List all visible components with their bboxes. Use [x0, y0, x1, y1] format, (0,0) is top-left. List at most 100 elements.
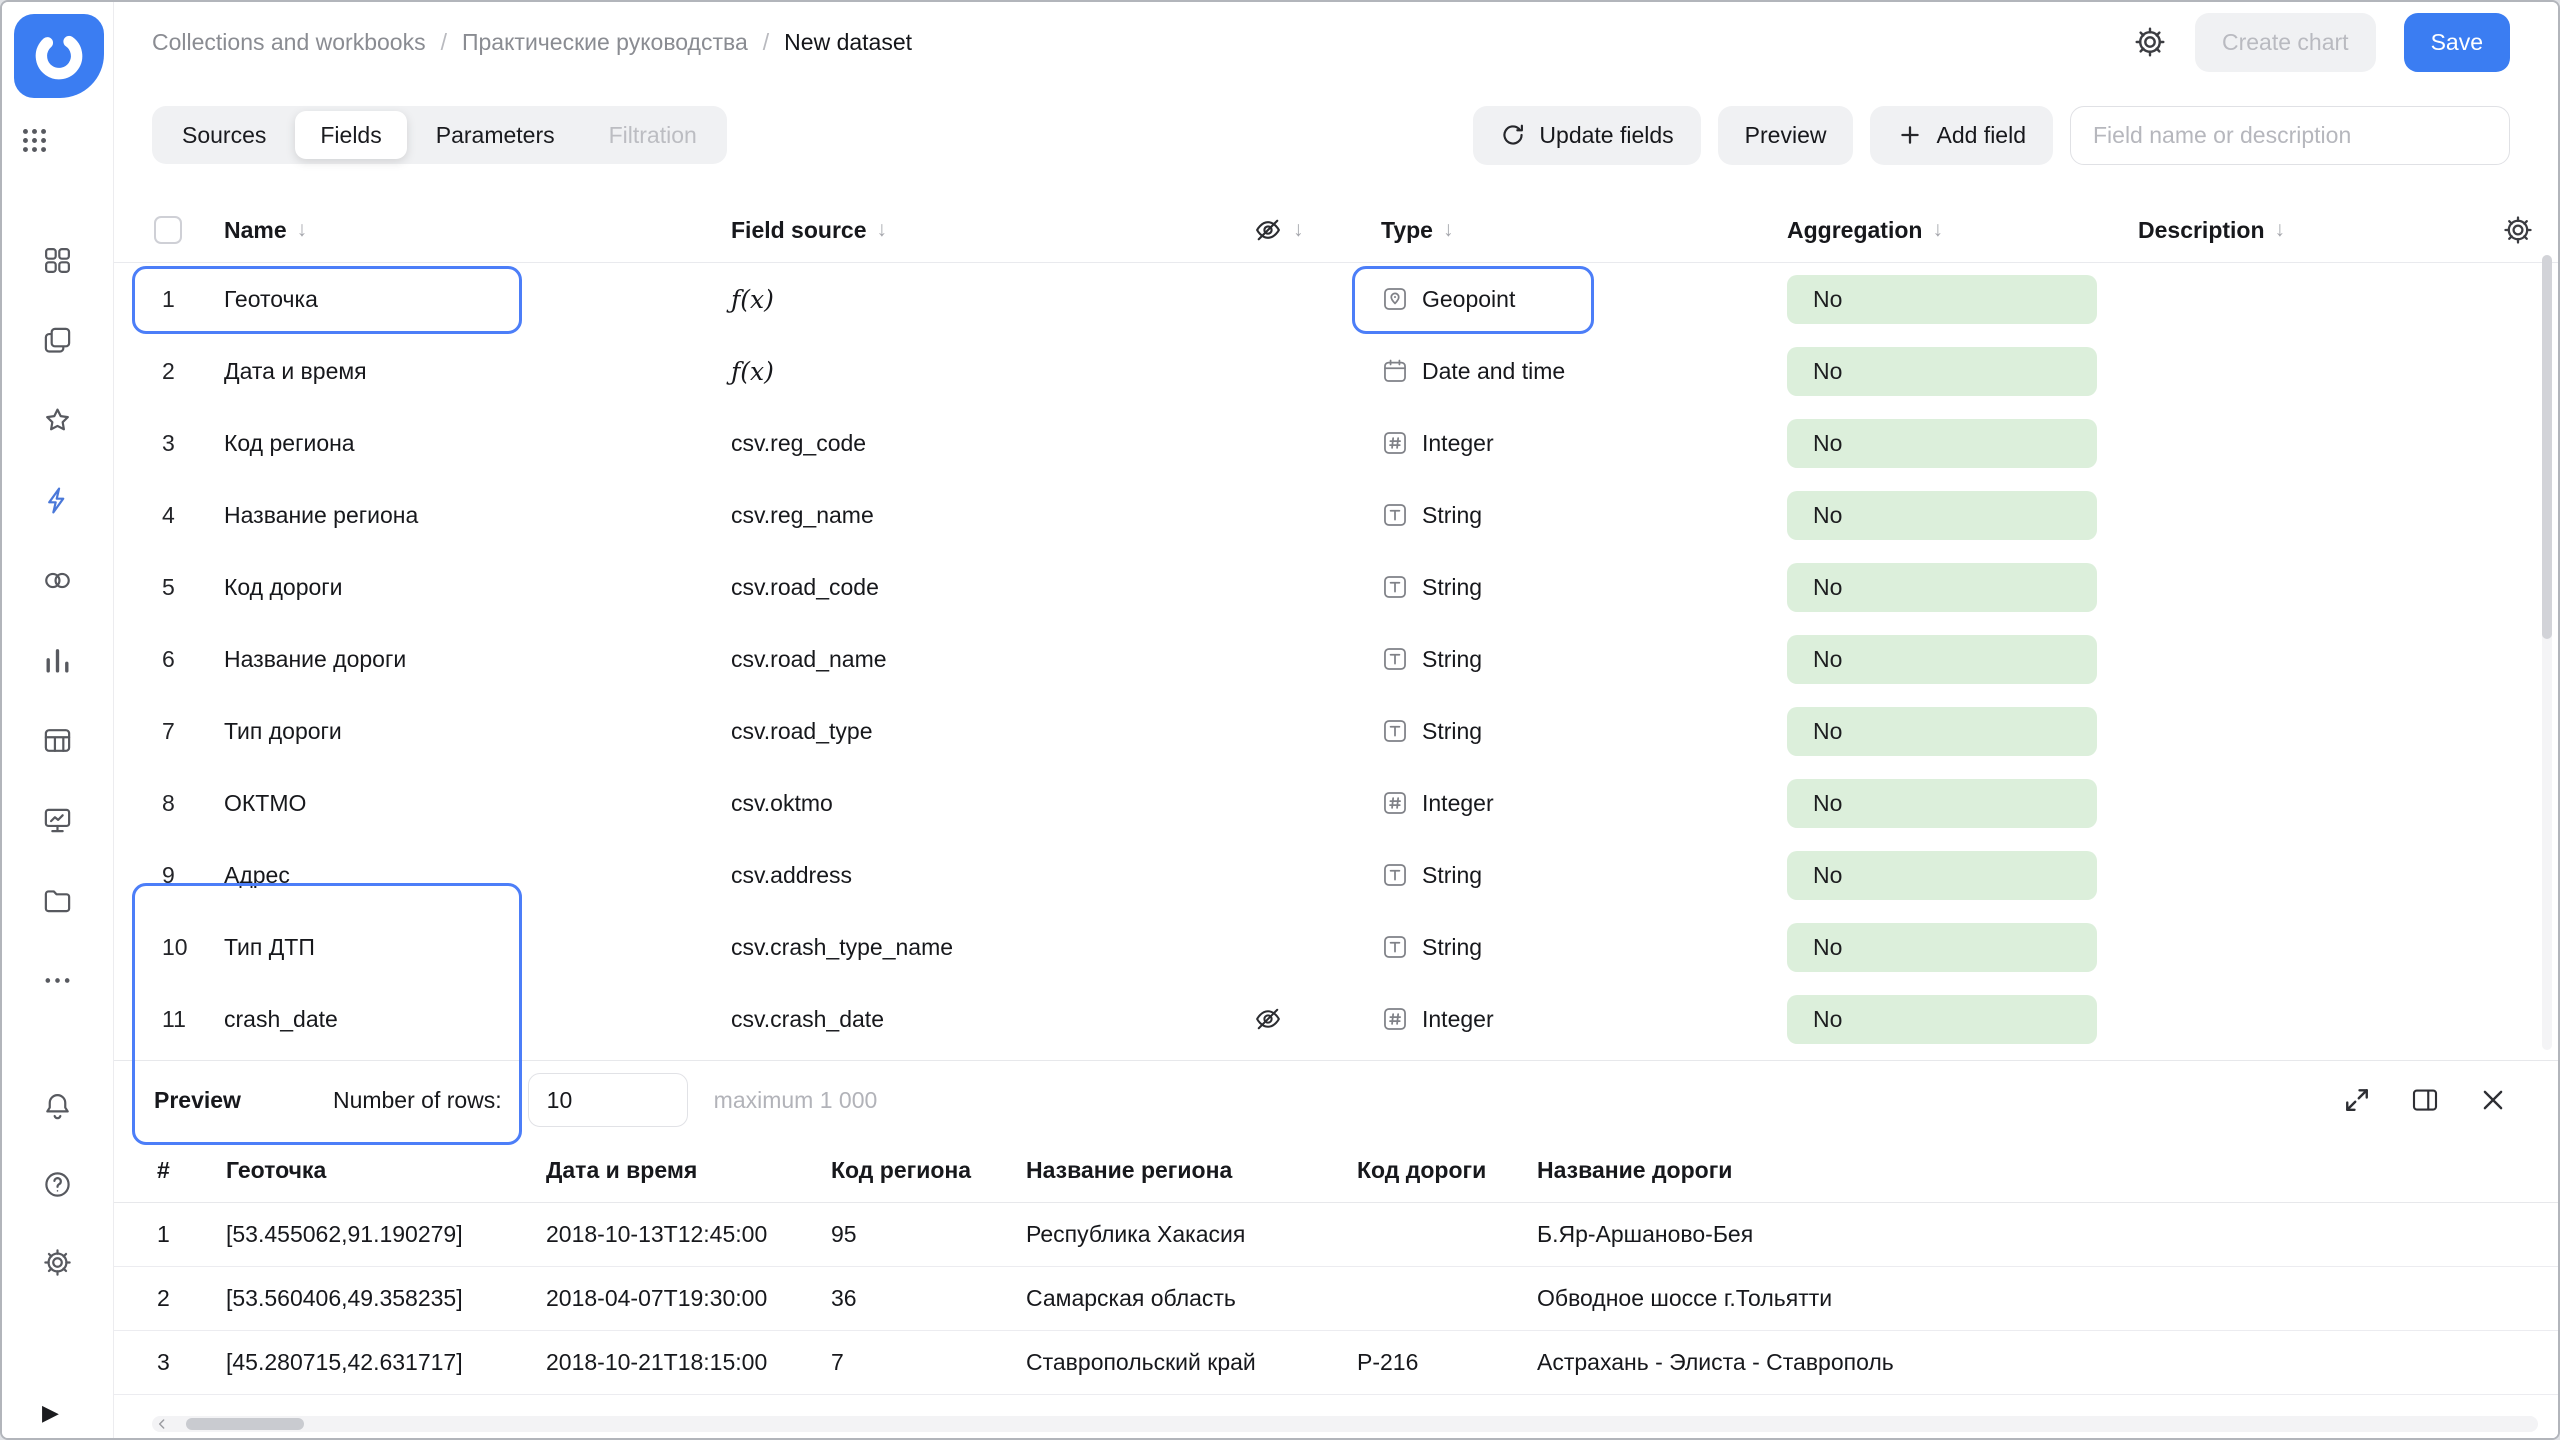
field-type[interactable]: Integer — [1381, 1005, 1787, 1033]
aggregation-select[interactable]: No — [1787, 851, 2097, 900]
preview-cell: Б.Яр-Аршаново-Бея — [1537, 1221, 2538, 1248]
preview-cell: [45.280715,42.631717] — [226, 1349, 546, 1376]
add-field-button[interactable]: Add field — [1870, 106, 2053, 165]
rings-icon[interactable] — [26, 558, 90, 602]
field-type[interactable]: Date and time — [1381, 357, 1787, 385]
tab-sources[interactable]: Sources — [157, 111, 291, 159]
aggregation-select[interactable]: No — [1787, 707, 2097, 756]
aggregation-select[interactable]: No — [1787, 491, 2097, 540]
folder-icon[interactable] — [26, 878, 90, 922]
bar-chart-icon[interactable] — [26, 638, 90, 682]
preview-col-header: Название дороги — [1537, 1157, 2538, 1184]
field-name[interactable]: crash_date — [224, 1006, 731, 1033]
scroll-left-icon[interactable] — [154, 1416, 170, 1432]
field-row[interactable]: 8 ОКТМО csv.oktmo Integer No — [114, 767, 2558, 839]
horizontal-scrollbar-thumb[interactable] — [186, 1418, 304, 1430]
preview-table-header: #ГеоточкаДата и времяКод регионаНазвание… — [114, 1139, 2558, 1203]
gear-icon[interactable] — [26, 1240, 90, 1284]
table-settings-gear-icon[interactable] — [2502, 214, 2534, 246]
save-button[interactable]: Save — [2404, 13, 2510, 72]
breadcrumb-separator: / — [763, 29, 769, 56]
monitor-icon[interactable] — [26, 798, 90, 842]
field-type[interactable]: String — [1381, 861, 1787, 889]
field-search-input[interactable] — [2070, 106, 2510, 165]
field-row[interactable]: 7 Тип дороги csv.road_type String No — [114, 695, 2558, 767]
field-source: ƒ(x) — [731, 285, 1253, 314]
tiles-icon[interactable] — [26, 238, 90, 282]
expand-preview-icon[interactable] — [2342, 1085, 2372, 1115]
field-row[interactable]: 9 Адрес csv.address String No — [114, 839, 2558, 911]
aggregation-select[interactable]: No — [1787, 635, 2097, 684]
breadcrumb-workbook[interactable]: Практические руководства — [462, 29, 748, 56]
tab-parameters[interactable]: Parameters — [411, 111, 580, 159]
aggregation-select[interactable]: No — [1787, 923, 2097, 972]
field-type[interactable]: Geopoint — [1381, 285, 1787, 313]
tab-fields[interactable]: Fields — [295, 111, 406, 159]
table-icon[interactable] — [26, 718, 90, 762]
create-chart-button[interactable]: Create chart — [2195, 13, 2376, 72]
aggregation-select[interactable]: No — [1787, 995, 2097, 1044]
layers-icon[interactable] — [26, 318, 90, 362]
column-header-name[interactable]: Name↓ — [224, 217, 731, 244]
eye-off-icon[interactable] — [1253, 1004, 1283, 1034]
aggregation-select[interactable]: No — [1787, 419, 2097, 468]
field-type[interactable]: String — [1381, 717, 1787, 745]
aggregation-select[interactable]: No — [1787, 779, 2097, 828]
dataset-tabs: Sources Fields Parameters Filtration — [152, 106, 727, 164]
breadcrumb-current: New dataset — [784, 29, 912, 56]
column-header-aggregation[interactable]: Aggregation↓ — [1787, 217, 2138, 244]
rows-count-input[interactable] — [528, 1073, 688, 1127]
preview-button[interactable]: Preview — [1718, 106, 1854, 165]
field-row[interactable]: 4 Название региона csv.reg_name String N… — [114, 479, 2558, 551]
field-row[interactable]: 6 Название дороги csv.road_name String N… — [114, 623, 2558, 695]
field-type[interactable]: String — [1381, 573, 1787, 601]
field-name[interactable]: ОКТМО — [224, 790, 731, 817]
apps-grid-icon[interactable] — [2, 118, 66, 162]
field-name[interactable]: Код региона — [224, 430, 731, 457]
column-header-type[interactable]: Type↓ — [1381, 217, 1787, 244]
help-icon[interactable] — [26, 1162, 90, 1206]
close-preview-icon[interactable] — [2478, 1085, 2508, 1115]
field-type[interactable]: Integer — [1381, 429, 1787, 457]
field-type[interactable]: String — [1381, 933, 1787, 961]
update-fields-button[interactable]: Update fields — [1473, 106, 1700, 165]
field-row[interactable]: 10 Тип ДТП csv.crash_type_name String No — [114, 911, 2558, 983]
field-name[interactable]: Дата и время — [224, 358, 731, 385]
bolt-icon[interactable] — [26, 478, 90, 522]
vertical-scrollbar-thumb[interactable] — [2542, 255, 2552, 639]
field-row[interactable]: 2 Дата и время ƒ(x) Date and time No — [114, 335, 2558, 407]
aggregation-select[interactable]: No — [1787, 275, 2097, 324]
field-type[interactable]: String — [1381, 645, 1787, 673]
field-type[interactable]: String — [1381, 501, 1787, 529]
field-name[interactable]: Код дороги — [224, 574, 731, 601]
field-row[interactable]: 5 Код дороги csv.road_code String No — [114, 551, 2558, 623]
field-row[interactable]: 3 Код региона csv.reg_code Integer No — [114, 407, 2558, 479]
ellipsis-icon[interactable] — [26, 958, 90, 1002]
field-name[interactable]: Адрес — [224, 862, 731, 889]
aggregation-select[interactable]: No — [1787, 563, 2097, 612]
field-type[interactable]: Integer — [1381, 789, 1787, 817]
split-view-icon[interactable] — [2410, 1085, 2440, 1115]
select-all-checkbox[interactable] — [154, 216, 182, 244]
field-name[interactable]: Тип ДТП — [224, 934, 731, 961]
column-header-hidden[interactable]: ↓ — [1253, 215, 1381, 245]
logo-swirl-icon — [30, 27, 88, 85]
settings-gear-icon[interactable] — [2133, 25, 2167, 59]
preview-row: 3[45.280715,42.631717]2018-10-21T18:15:0… — [114, 1331, 2558, 1395]
field-name[interactable]: Название региона — [224, 502, 731, 529]
field-name[interactable]: Тип дороги — [224, 718, 731, 745]
field-name[interactable]: Название дороги — [224, 646, 731, 673]
column-header-source[interactable]: Field source↓ — [731, 217, 1253, 244]
bell-icon[interactable] — [26, 1084, 90, 1128]
preview-title: Preview — [154, 1087, 241, 1114]
column-header-description[interactable]: Description↓ — [2138, 217, 2474, 244]
field-row[interactable]: 11 crash_date csv.crash_date Integer No — [114, 983, 2558, 1055]
field-name[interactable]: Геоточка — [224, 286, 731, 313]
breadcrumb-collections[interactable]: Collections and workbooks — [152, 29, 426, 56]
tab-filtration[interactable]: Filtration — [584, 111, 722, 159]
expand-sidebar-button[interactable]: ▶ — [42, 1400, 59, 1426]
datalens-logo[interactable] — [14, 14, 104, 98]
aggregation-select[interactable]: No — [1787, 347, 2097, 396]
star-icon[interactable] — [26, 398, 90, 442]
field-row[interactable]: 1 Геоточка ƒ(x) Geopoint No — [114, 263, 2558, 335]
